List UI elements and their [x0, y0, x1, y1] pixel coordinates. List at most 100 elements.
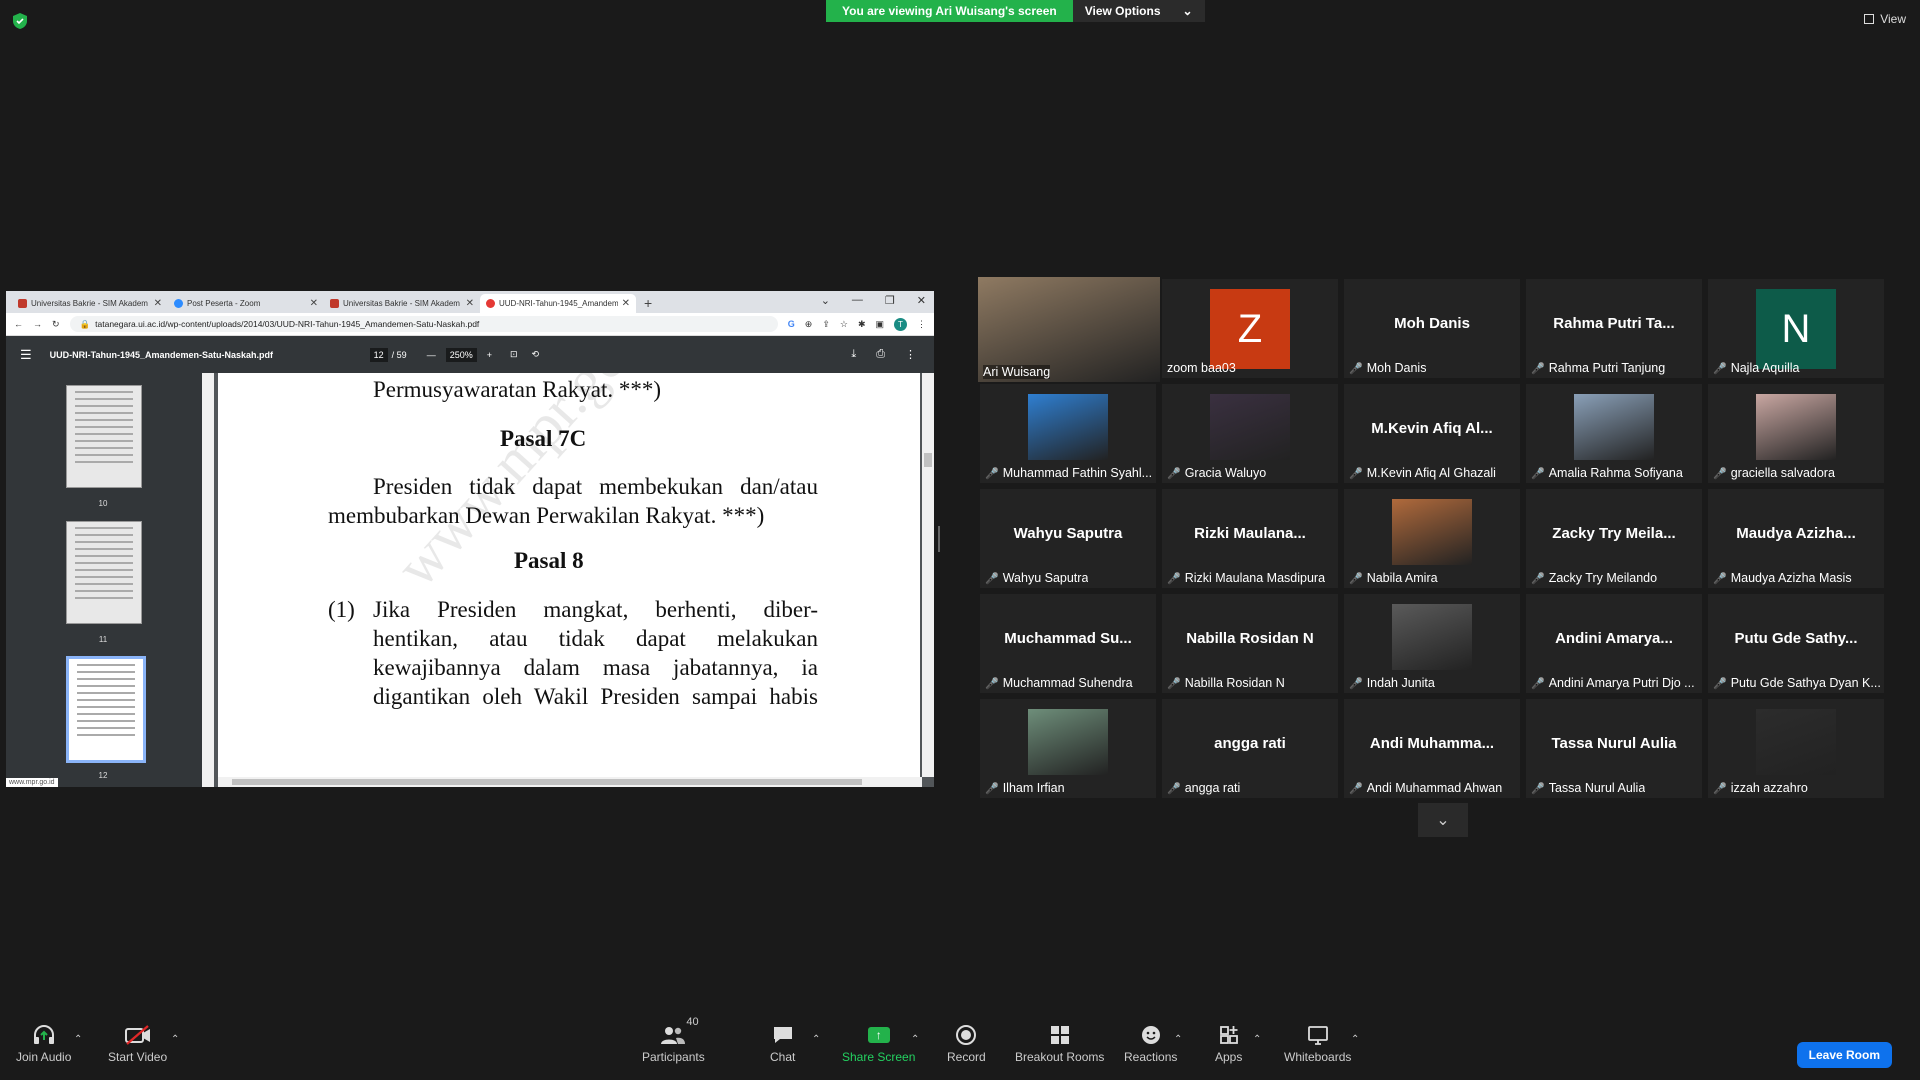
- apps-caret-icon[interactable]: ⌃: [1253, 1034, 1261, 1045]
- participant-name-label: 🎤 Gracia Waluyo: [1167, 466, 1266, 480]
- browser-tab[interactable]: Universitas Bakrie - SIM Akadem ✕: [324, 294, 480, 313]
- participant-tile[interactable]: Andini Amarya... 🎤 Andini Amarya Putri Djo…: [1526, 594, 1702, 693]
- close-window-icon[interactable]: ✕: [917, 294, 926, 307]
- participant-tile[interactable]: Ari Wuisang: [978, 277, 1160, 382]
- participant-tile[interactable]: Zzoom baa03: [1162, 279, 1338, 378]
- breakout-rooms-button[interactable]: Breakout Rooms: [1015, 1020, 1104, 1064]
- fit-page-icon[interactable]: ⊡: [510, 349, 518, 360]
- browser-tab[interactable]: Post Peserta - Zoom ✕: [168, 294, 324, 313]
- new-tab-button[interactable]: +: [644, 295, 652, 311]
- participant-display-name: Rahma Putri Ta...: [1553, 315, 1675, 332]
- rotate-icon[interactable]: ⟲: [532, 349, 540, 360]
- participant-tile[interactable]: N 🎤 Najla Aquilla: [1708, 279, 1884, 378]
- participant-photo: [1392, 499, 1472, 565]
- profile-avatar[interactable]: T: [894, 317, 907, 331]
- participant-tile[interactable]: Moh Danis 🎤 Moh Danis: [1344, 279, 1520, 378]
- sidebar-scrollbar[interactable]: [202, 373, 214, 787]
- page-thumbnail[interactable]: [66, 521, 142, 624]
- bookmark-star-icon[interactable]: ☆: [840, 319, 848, 330]
- participants-button[interactable]: 40 Participants: [642, 1016, 705, 1064]
- print-icon[interactable]: ⎙: [876, 348, 885, 361]
- more-menu-icon[interactable]: ⋮: [917, 319, 926, 330]
- participant-tile[interactable]: 🎤 Indah Junita: [1344, 594, 1520, 693]
- pdf-item-number: (1): [328, 597, 355, 622]
- participant-tile[interactable]: Andi Muhamma... 🎤 Andi Muhammad Ahwan: [1344, 699, 1520, 798]
- browser-tab-active[interactable]: UUD-NRI-Tahun-1945_Amandem ✕: [480, 294, 636, 313]
- participant-tile[interactable]: 🎤 Muhammad Fathin Syahl...: [980, 384, 1156, 483]
- participant-tile[interactable]: Rahma Putri Ta... 🎤 Rahma Putri Tanjung: [1526, 279, 1702, 378]
- reactions-button[interactable]: Reactions: [1124, 1020, 1177, 1064]
- participant-tile[interactable]: Putu Gde Sathy... 🎤 Putu Gde Sathya Dyan K…: [1708, 594, 1884, 693]
- security-shield-icon[interactable]: [12, 12, 28, 30]
- participant-tile[interactable]: 🎤 graciella salvadora: [1708, 384, 1884, 483]
- reactions-caret-icon[interactable]: ⌃: [1174, 1034, 1182, 1045]
- download-icon[interactable]: ⤓: [851, 348, 856, 361]
- share-icon[interactable]: ⇪: [822, 319, 830, 330]
- participant-tile[interactable]: Maudya Azizha... 🎤 Maudya Azizha Masis: [1708, 489, 1884, 588]
- close-icon[interactable]: ✕: [466, 298, 474, 309]
- apps-label: Apps: [1215, 1050, 1243, 1064]
- tab-search-icon[interactable]: ⌄: [821, 294, 830, 307]
- participant-tile[interactable]: 🎤 Ilham Irfian: [980, 699, 1156, 798]
- close-icon[interactable]: ✕: [154, 298, 162, 309]
- back-icon[interactable]: ←: [14, 319, 23, 329]
- page-thumbnail-selected[interactable]: [66, 656, 146, 763]
- forward-icon[interactable]: →: [33, 319, 42, 329]
- participant-initial-avatar: N: [1756, 289, 1836, 369]
- zoom-in-icon[interactable]: +: [487, 350, 492, 360]
- participant-tile[interactable]: angga rati 🎤 angga rati: [1162, 699, 1338, 798]
- view-button[interactable]: View: [1864, 12, 1906, 26]
- share-options-caret-icon[interactable]: ⌃: [911, 1034, 919, 1045]
- leave-room-button[interactable]: Leave Room: [1796, 1042, 1892, 1068]
- more-options-icon[interactable]: ⋮: [905, 348, 916, 361]
- zoom-out-icon[interactable]: —: [427, 350, 436, 360]
- start-video-button[interactable]: Start Video: [108, 1020, 167, 1064]
- menu-icon[interactable]: ☰: [20, 347, 32, 363]
- horizontal-scrollbar[interactable]: [218, 777, 922, 787]
- shared-screen: Universitas Bakrie - SIM Akadem ✕ Post P…: [6, 291, 934, 787]
- page-number-input[interactable]: 12: [369, 347, 388, 362]
- close-icon[interactable]: ✕: [622, 298, 630, 309]
- chat-options-caret-icon[interactable]: ⌃: [812, 1034, 820, 1045]
- close-icon[interactable]: ✕: [310, 298, 318, 309]
- extensions-icon[interactable]: ✱: [858, 319, 866, 330]
- participant-tile[interactable]: Muchammad Su... 🎤 Muchammad Suhendra: [980, 594, 1156, 693]
- apps-button[interactable]: Apps: [1215, 1020, 1242, 1064]
- participant-name-label: 🎤 Amalia Rahma Sofiyana: [1531, 466, 1683, 480]
- participant-tile[interactable]: Wahyu Saputra 🎤 Wahyu Saputra: [980, 489, 1156, 588]
- restore-icon[interactable]: ❐: [885, 294, 895, 307]
- record-button[interactable]: Record: [947, 1020, 986, 1064]
- browser-tab[interactable]: Universitas Bakrie - SIM Akadem ✕: [12, 294, 168, 313]
- whiteboards-caret-icon[interactable]: ⌃: [1351, 1034, 1359, 1045]
- participant-tile[interactable]: Tassa Nurul Aulia 🎤 Tassa Nurul Aulia: [1526, 699, 1702, 798]
- minimize-icon[interactable]: —: [852, 294, 863, 307]
- join-audio-button[interactable]: Join Audio: [16, 1020, 71, 1064]
- url-field[interactable]: 🔒 tatanegara.ui.ac.id/wp-content/uploads…: [69, 316, 778, 332]
- google-icon[interactable]: G: [788, 319, 795, 329]
- participant-tile[interactable]: 🎤 Gracia Waluyo: [1162, 384, 1338, 483]
- audio-options-caret-icon[interactable]: ⌃: [74, 1034, 82, 1045]
- participant-name-label: 🎤 Rahma Putri Tanjung: [1531, 361, 1665, 375]
- participant-tile[interactable]: 🎤 Amalia Rahma Sofiyana: [1526, 384, 1702, 483]
- view-options-label: View Options: [1084, 4, 1161, 18]
- next-page-chevron-icon[interactable]: ⌄: [1418, 803, 1468, 837]
- view-options-button[interactable]: View Options ⌄: [1072, 0, 1205, 22]
- video-options-caret-icon[interactable]: ⌃: [171, 1034, 179, 1045]
- share-screen-button[interactable]: ↑ Share Screen: [842, 1020, 915, 1064]
- participant-tile[interactable]: Rizki Maulana... 🎤 Rizki Maulana Masdipura: [1162, 489, 1338, 588]
- page-thumbnail[interactable]: [66, 385, 142, 488]
- participant-tile[interactable]: 🎤 izzah azzahro: [1708, 699, 1884, 798]
- reload-icon[interactable]: ↻: [52, 319, 60, 330]
- thumbnail-number: 12: [98, 771, 108, 780]
- sidepanel-icon[interactable]: ▣: [875, 319, 884, 330]
- zoom-lens-icon[interactable]: ⊕: [805, 319, 813, 330]
- participant-tile[interactable]: 🎤 Nabila Amira: [1344, 489, 1520, 588]
- zoom-level-input[interactable]: 250%: [445, 347, 477, 362]
- vertical-scrollbar[interactable]: [922, 373, 934, 777]
- split-view-divider[interactable]: [938, 526, 940, 552]
- whiteboards-button[interactable]: Whiteboards: [1284, 1020, 1351, 1064]
- participant-tile[interactable]: Zacky Try Meila... 🎤 Zacky Try Meilando: [1526, 489, 1702, 588]
- chat-button[interactable]: Chat: [770, 1020, 795, 1064]
- participant-tile[interactable]: Nabilla Rosidan N 🎤 Nabilla Rosidan N: [1162, 594, 1338, 693]
- participant-tile[interactable]: M.Kevin Afiq Al... 🎤 M.Kevin Afiq Al Ghaza…: [1344, 384, 1520, 483]
